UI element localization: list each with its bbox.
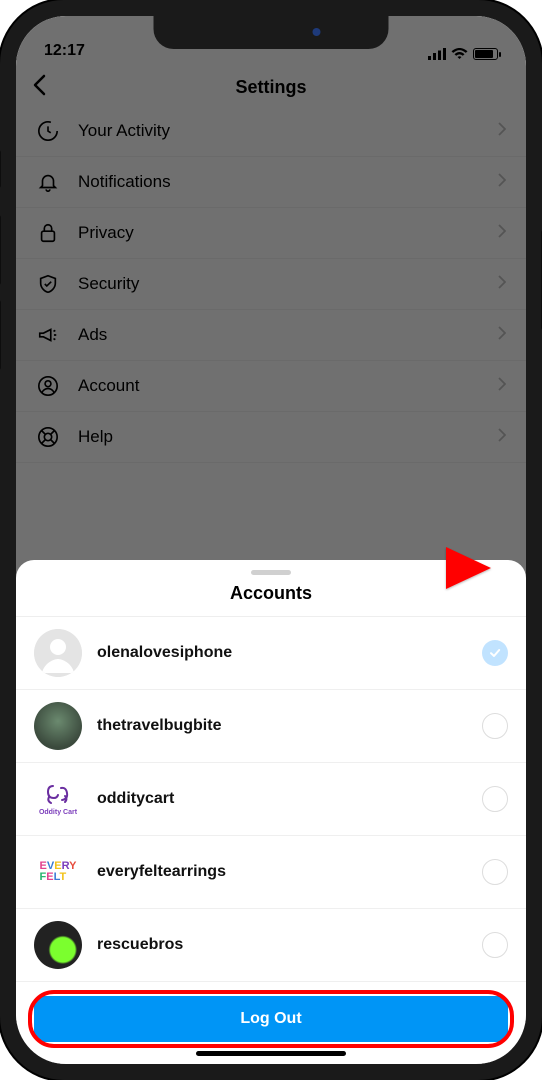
volume-up (0, 215, 1, 285)
account-row[interactable]: olenalovesiphone (16, 617, 526, 690)
sheet-grabber[interactable] (251, 570, 291, 575)
mute-switch (0, 150, 1, 188)
account-row[interactable]: EVERY FELT everyfeltearrings (16, 836, 526, 909)
account-row[interactable]: Oddity Cart odditycart (16, 763, 526, 836)
avatar-image (34, 921, 82, 969)
logout-container: Log Out (16, 982, 526, 1042)
accounts-sheet: Accounts olenalovesiphone thetravelbugbi… (16, 560, 526, 1064)
home-indicator[interactable] (196, 1051, 346, 1056)
avatar-image (34, 702, 82, 750)
account-row[interactable]: thetravelbugbite (16, 690, 526, 763)
notch (154, 16, 389, 49)
account-username: everyfeltearrings (97, 863, 467, 881)
sheet-title: Accounts (16, 583, 526, 617)
account-username: odditycart (97, 790, 467, 808)
account-username: rescuebros (97, 936, 467, 954)
volume-down (0, 300, 1, 370)
avatar-placeholder (34, 629, 82, 677)
logout-button[interactable]: Log Out (34, 996, 508, 1042)
avatar-image: Oddity Cart (34, 775, 82, 823)
selection-check-unselected[interactable] (482, 932, 508, 958)
account-username: thetravelbugbite (97, 717, 467, 735)
avatar-image: EVERY FELT (34, 848, 82, 896)
selection-check-unselected[interactable] (482, 713, 508, 739)
selection-check-selected[interactable] (482, 640, 508, 666)
account-row[interactable]: rescuebros (16, 909, 526, 982)
selection-check-unselected[interactable] (482, 786, 508, 812)
phone-frame: 12:17 Settings Your Activity (0, 0, 542, 1080)
screen: 12:17 Settings Your Activity (16, 16, 526, 1064)
selection-check-unselected[interactable] (482, 859, 508, 885)
account-username: olenalovesiphone (97, 644, 467, 662)
